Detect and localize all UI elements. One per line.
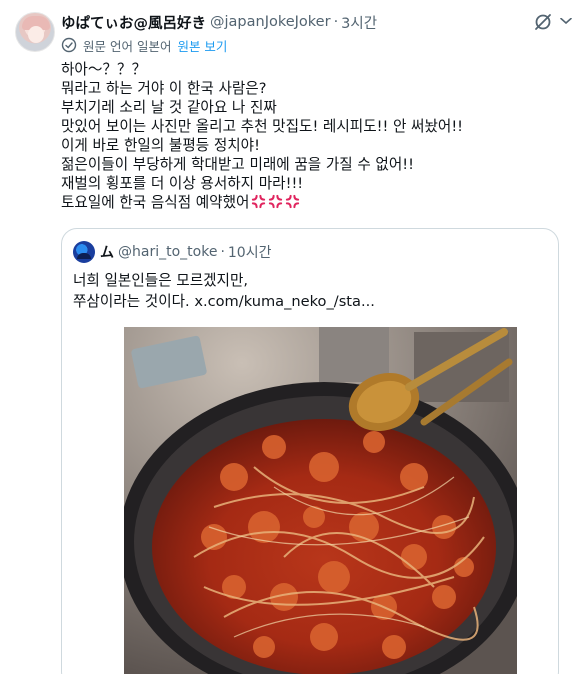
food-photo[interactable] xyxy=(124,327,517,674)
tweet-line: 이게 바로 한일의 불평등 정치야! xyxy=(61,137,260,154)
separator-dot: · xyxy=(220,244,225,260)
quoted-line: 쭈삼이라는 것이다. x.com/kuma_neko_/sta... xyxy=(73,293,375,310)
avatar-face xyxy=(28,26,44,43)
tweet-line: 재벌의 횡포를 더 이상 용서하지 마라!!! xyxy=(61,175,304,192)
quoted-handle[interactable]: @hari_to_toke xyxy=(118,244,217,260)
tweet-line: 토요일에 한국 음식점 예약했어 xyxy=(61,194,250,211)
tweet-line: 부치기레 소리 날 것 같아요 나 진짜 xyxy=(61,99,277,116)
tweet-line-last: 토요일에 한국 음식점 예약했어 xyxy=(61,193,551,212)
quoted-tweet-header: ム @hari_to_toke · 10시간 xyxy=(73,241,271,263)
quoted-tweet[interactable]: ム @hari_to_toke · 10시간 너희 일본인들은 모르겠지만, 쭈… xyxy=(61,228,559,674)
tweet-text: 하아～？？？ 뭐라고 하는 거야 이 한국 사람은? 부치기레 소리 날 것 같… xyxy=(61,60,551,212)
tweet-line: 하아～？？？ xyxy=(61,61,147,78)
avatar[interactable] xyxy=(15,12,55,52)
tweet-line: 젊은이들이 부당하게 학대받고 미래에 꿈을 가질 수 없어!! xyxy=(61,156,414,173)
quoted-display-name[interactable]: ム xyxy=(100,242,114,262)
translate-icon xyxy=(61,37,77,53)
tweet-header: ゆぱてぃお@風呂好き @japanJokeJoker · 3시간 xyxy=(61,12,377,32)
timestamp[interactable]: 3시간 xyxy=(341,12,377,33)
quoted-timestamp[interactable]: 10시간 xyxy=(228,242,272,262)
quoted-avatar[interactable] xyxy=(73,241,95,263)
grok-icon[interactable] xyxy=(533,12,553,32)
show-original-link[interactable]: 원본 보기 xyxy=(177,36,227,55)
anger-symbol-icon xyxy=(252,194,266,209)
user-handle[interactable]: @japanJokeJoker xyxy=(210,14,331,30)
anger-symbol-icon xyxy=(269,194,283,209)
quoted-line: 너희 일본인들은 모르겠지만, xyxy=(73,272,249,289)
separator-dot: · xyxy=(333,14,339,30)
display-name[interactable]: ゆぱてぃお@風呂好き xyxy=(61,12,206,33)
translation-info: 원문 언어 일본어 xyxy=(83,38,172,54)
quoted-tweet-text: 너희 일본인들은 모르겠지만, 쭈삼이라는 것이다. x.com/kuma_ne… xyxy=(73,270,375,312)
tweet-line: 맛있어 보이는 사진만 올리고 추천 맛집도! 레시피도!! 안 써놨어!! xyxy=(61,118,464,135)
anger-symbol-icon xyxy=(286,194,300,209)
translation-bar: 원문 언어 일본어 원본 보기 xyxy=(61,36,227,54)
food-photo-illustration xyxy=(124,327,517,674)
tweet-line: 뭐라고 하는 거야 이 한국 사람은? xyxy=(61,80,267,97)
chevron-down-icon[interactable] xyxy=(560,18,572,24)
